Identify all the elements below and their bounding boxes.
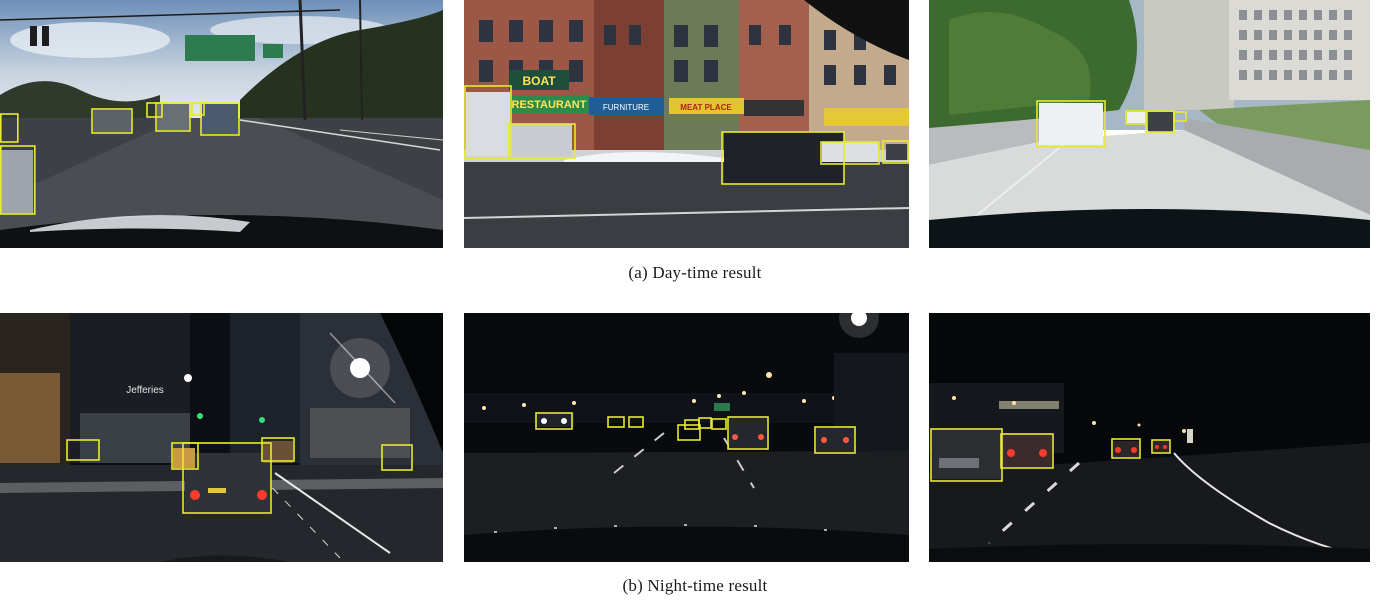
night-image-2 [464, 313, 909, 562]
caption-night: (b) Night-time result [622, 576, 768, 595]
day-image-3 [929, 0, 1370, 248]
jefferies-sign-text: Jefferies [126, 385, 164, 396]
night-image-1: Jefferies [0, 313, 443, 562]
night-image-3 [929, 313, 1370, 562]
day-image-2: BOAT RESTAURANT FURNITURE MEAT PLACE [464, 0, 909, 248]
furniture-sign-text: FURNITURE [603, 103, 649, 112]
caption-day: (a) Day-time result [628, 263, 762, 282]
restaurant-sign-text: RESTAURANT [512, 99, 587, 111]
day-image-1 [0, 0, 443, 248]
meat-place-sign-text: MEAT PLACE [680, 103, 732, 112]
boat-sign-text: BOAT [522, 74, 556, 88]
